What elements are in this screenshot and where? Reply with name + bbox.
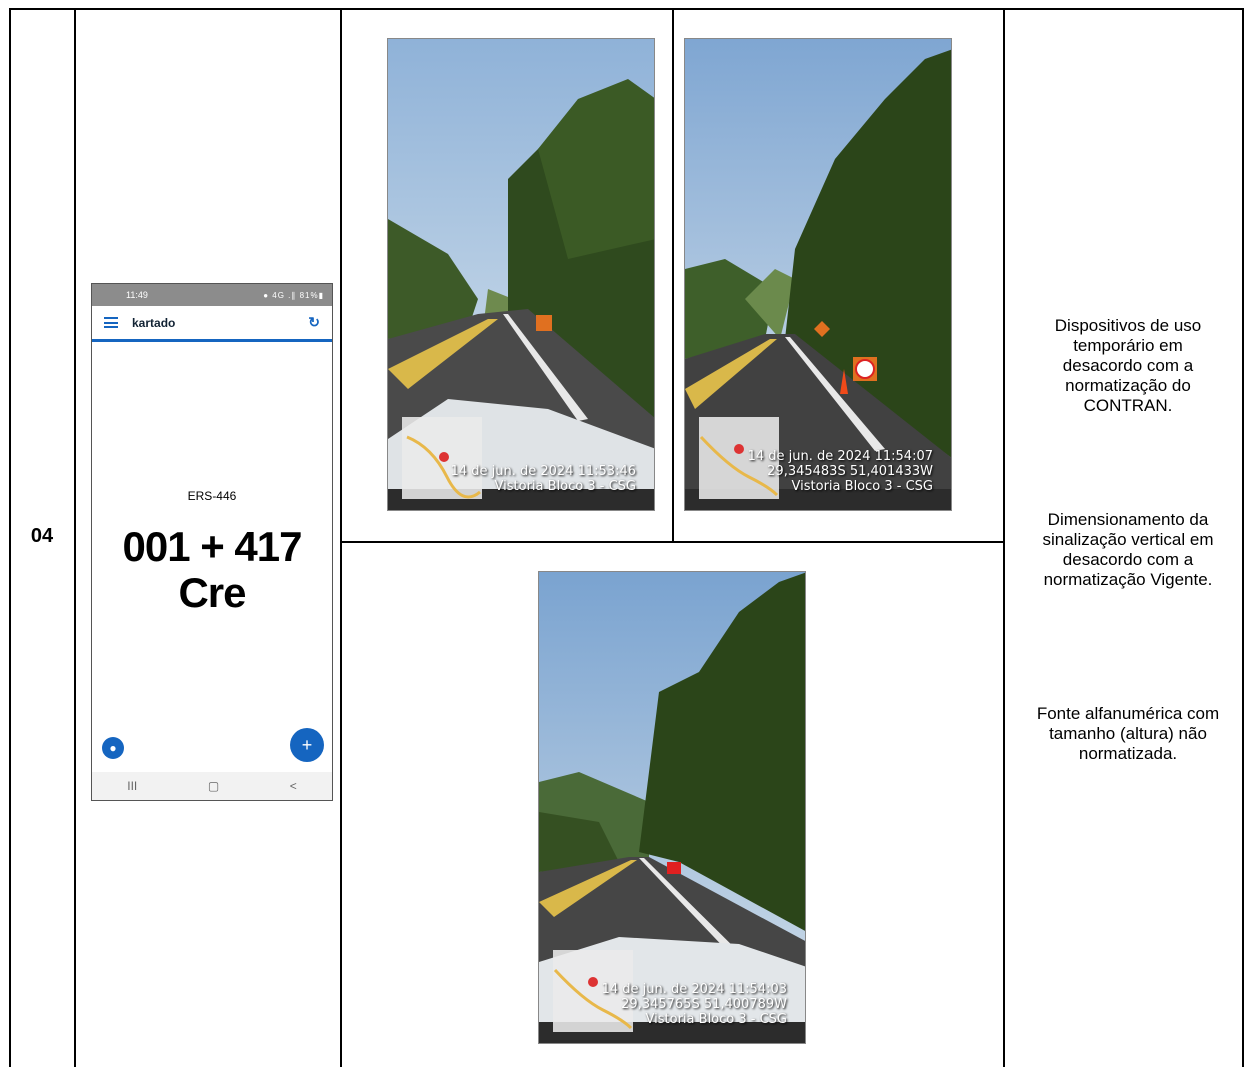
road-name: ERS-446 bbox=[187, 489, 237, 503]
table-divider-4 bbox=[1003, 8, 1005, 1067]
photo-stamp: 14 de jun. de 2024 11:54:03 29,345765S 5… bbox=[602, 982, 787, 1027]
stamp-date: 14 de jun. de 2024 11:53:46 bbox=[450, 464, 636, 479]
status-icons: ● 4G .∥ 81%▮ bbox=[263, 290, 324, 300]
direction: Cre bbox=[178, 569, 246, 617]
table-border-top bbox=[9, 8, 1244, 10]
recents-button[interactable]: III bbox=[127, 779, 137, 793]
stamp-label: Vistoria Bloco 3 - CSG bbox=[645, 1012, 787, 1027]
stamp-label: Vistoria Bloco 3 - CSG bbox=[791, 479, 933, 494]
app-screenshot: 11:49 ● 4G .∥ 81%▮ kartado ↻ ERS-446 001… bbox=[91, 283, 333, 801]
row-number: 04 bbox=[30, 525, 54, 547]
photo-row-divider bbox=[340, 541, 1005, 543]
status-bar: 11:49 ● 4G .∥ 81%▮ bbox=[92, 284, 332, 306]
km-value: 001 + 417 bbox=[122, 523, 302, 570]
road-photo-1: 14 de jun. de 2024 11:53:46 Vistoria Blo… bbox=[387, 38, 655, 511]
home-button[interactable]: ▢ bbox=[208, 779, 219, 793]
app-title: kartado bbox=[132, 315, 176, 330]
status-time: 11:49 bbox=[126, 290, 148, 300]
back-button[interactable]: < bbox=[290, 779, 297, 793]
photo-stamp: 14 de jun. de 2024 11:53:46 Vistoria Blo… bbox=[451, 464, 636, 494]
android-nav-bar: III ▢ < bbox=[92, 772, 332, 800]
stamp-coords: 29,345483S 51,401433W bbox=[767, 464, 933, 479]
stamp-coords: 29,345765S 51,400789W bbox=[621, 997, 787, 1012]
observation-2: Dimensionamento da sinalização vertical … bbox=[1042, 510, 1214, 589]
photo-stamp: 14 de jun. de 2024 11:54:07 29,345483S 5… bbox=[748, 449, 933, 494]
app-bar: kartado ↻ bbox=[92, 306, 332, 342]
stamp-date: 14 de jun. de 2024 11:54:07 bbox=[747, 449, 933, 464]
location-pin-button[interactable]: ● bbox=[102, 737, 124, 759]
add-button[interactable]: + bbox=[290, 728, 324, 762]
table-divider-2 bbox=[340, 8, 342, 1067]
table-divider-3 bbox=[672, 8, 674, 543]
stamp-date: 14 de jun. de 2024 11:54:03 bbox=[601, 982, 787, 997]
stamp-label: Vistoria Bloco 3 - CSG bbox=[494, 479, 636, 494]
table-divider-1 bbox=[74, 8, 76, 1067]
km-display: 001 + 417 Cre bbox=[92, 523, 332, 617]
road-photo-3: 14 de jun. de 2024 11:54:03 29,345765S 5… bbox=[538, 571, 806, 1044]
observation-1: Dispositivos de uso temporário em desaco… bbox=[1054, 316, 1202, 415]
refresh-icon[interactable]: ↻ bbox=[308, 314, 320, 331]
observation-3: Fonte alfanumérica com tamanho (altura) … bbox=[1036, 704, 1220, 763]
road-photo-2: 14 de jun. de 2024 11:54:07 29,345483S 5… bbox=[684, 38, 952, 511]
menu-icon[interactable] bbox=[104, 317, 118, 328]
